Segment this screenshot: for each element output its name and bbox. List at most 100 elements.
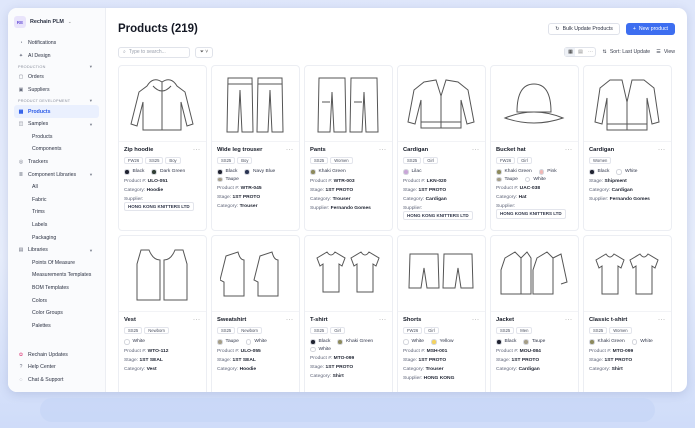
color-swatch: Dark Green bbox=[151, 169, 185, 175]
sidebar-item-chat-support[interactable]: ◌ Chat & Support bbox=[14, 373, 99, 386]
new-product-button[interactable]: + New product bbox=[625, 23, 675, 35]
card-body: Pants ··· SS25 Women Khaki Green Product … bbox=[305, 142, 392, 211]
sliders-icon: ☰ bbox=[656, 49, 661, 55]
more-options-icon[interactable]: ··· bbox=[658, 147, 666, 153]
attribute-value: 1ST PROTO bbox=[511, 357, 540, 363]
more-options-icon[interactable]: ··· bbox=[472, 147, 480, 153]
tag-list: SS25 Women bbox=[310, 157, 387, 164]
sidebar-subitem-color-groups[interactable]: Color Groups bbox=[14, 307, 99, 320]
more-options-icon[interactable]: ··· bbox=[193, 147, 201, 153]
sidebar-item-ai-design[interactable]: ✦ AI Design bbox=[14, 50, 99, 63]
supplier-chip[interactable]: HONG KONG KNITTERS LTD bbox=[496, 209, 566, 219]
layout-toggle: ▦ ▤ ⋯ bbox=[564, 47, 597, 57]
product-sketch bbox=[212, 66, 299, 142]
product-card[interactable]: Bucket hat ··· FW26 Girl Khaki Green Pink T… bbox=[490, 65, 579, 231]
more-options-icon[interactable]: ··· bbox=[565, 147, 573, 153]
app-window: RE Rechain PLM ⌄ ◔ Notifications ✦ AI De… bbox=[8, 8, 687, 392]
filter-button[interactable]: ⏷ ˅ bbox=[195, 46, 213, 58]
more-options-icon[interactable]: ··· bbox=[379, 317, 387, 323]
card-body: Sweatshirt ··· SS25 Newborn Taupe White Pr… bbox=[212, 312, 299, 372]
attribute-label: Product #: bbox=[496, 348, 519, 354]
attribute-value: 1ST PROTO bbox=[418, 357, 447, 363]
sidebar-subitem-packaging[interactable]: Packaging bbox=[14, 231, 99, 244]
page-title: Products (219) bbox=[118, 23, 198, 35]
color-swatch: Pink bbox=[538, 169, 557, 175]
more-options-icon[interactable]: ··· bbox=[286, 147, 294, 153]
more-options-icon[interactable]: ··· bbox=[379, 147, 387, 153]
color-dot bbox=[310, 339, 316, 345]
more-options-icon[interactable]: ··· bbox=[472, 317, 480, 323]
bulk-update-button[interactable]: ↻ Bulk Update Products bbox=[548, 23, 620, 35]
sidebar-item-suppliers[interactable]: ▣ Suppliers bbox=[14, 84, 99, 97]
product-card[interactable]: Zip hoodie ··· FW26 SS25 Boy Black Dark Gre… bbox=[118, 65, 207, 231]
product-card[interactable]: Jacket ··· SS25 Men Black Taupe Product #:… bbox=[490, 235, 579, 392]
sidebar-subitem-fabric[interactable]: Fabric bbox=[14, 194, 99, 207]
sidebar-item-libraries[interactable]: ▤ Libraries ▼ bbox=[14, 244, 99, 257]
product-card[interactable]: Pants ··· SS25 Women Khaki Green Product … bbox=[304, 65, 393, 231]
sidebar-subitem-points-of-measure[interactable]: Points Of Measure bbox=[14, 257, 99, 270]
product-card[interactable]: Vest ··· SS25 Newborn White Product #: WT… bbox=[118, 235, 207, 392]
product-card[interactable]: T-shirt ··· SS25 Girl Black Khaki Green Whi… bbox=[304, 235, 393, 392]
sidebar-subitem-components[interactable]: Components bbox=[14, 143, 99, 156]
color-dot bbox=[244, 169, 250, 175]
sidebar-item-trackers[interactable]: ◎ Trackers bbox=[14, 156, 99, 169]
attribute-label: Product #: bbox=[310, 356, 333, 361]
more-options-icon[interactable]: ··· bbox=[286, 317, 294, 323]
supplier-chip[interactable]: HONG KONG KNITTERS LTD bbox=[403, 210, 473, 220]
sidebar-item-samples[interactable]: ◫ Samples ▼ bbox=[14, 118, 99, 131]
attribute-label: Product #: bbox=[403, 348, 426, 354]
sidebar-item-products[interactable]: ▦ Products bbox=[14, 105, 99, 118]
sidebar-item-notifications[interactable]: ◔ Notifications bbox=[14, 37, 99, 50]
attribute-value: MSH-001 bbox=[426, 348, 448, 354]
sidebar-item-orders[interactable]: ▢ Orders bbox=[14, 71, 99, 84]
tag-list: SS25 Girl bbox=[310, 327, 387, 334]
section-product-development[interactable]: PRODUCT DEVELOPMENT ▼ bbox=[14, 96, 99, 105]
sidebar-item-rechain-updates[interactable]: ✿ Rechain Updates bbox=[14, 348, 99, 361]
garment-sketch-image bbox=[595, 252, 659, 294]
more-options-icon[interactable]: ··· bbox=[565, 317, 573, 323]
more-options-icon[interactable]: ··· bbox=[658, 317, 666, 323]
workspace-switcher[interactable]: RE Rechain PLM ⌄ bbox=[14, 15, 99, 29]
product-card[interactable]: Cardigan ··· SS25 Girl Lilac Product #: L… bbox=[397, 65, 486, 231]
attribute-label: Stage: bbox=[124, 357, 139, 363]
sidebar-subitem-labels[interactable]: Labels bbox=[14, 219, 99, 232]
sidebar-subitem-colors[interactable]: Colors bbox=[14, 294, 99, 307]
sidebar-item-label: Products bbox=[32, 133, 53, 140]
sort-button[interactable]: ⇅ Sort: Last Update bbox=[602, 49, 650, 55]
sidebar-item-label: Components bbox=[32, 146, 62, 153]
sidebar-subitem-bom-templates[interactable]: BOM Templates bbox=[14, 282, 99, 295]
attribute-label: Category: bbox=[310, 196, 332, 202]
color-list: Khaki Green White bbox=[589, 339, 666, 345]
color-dot bbox=[538, 169, 545, 175]
sidebar-item-component-libraries[interactable]: ≣ Component Libraries ▼ bbox=[14, 168, 99, 181]
supplier-chip[interactable]: HONG KONG KNITTERS LTD bbox=[124, 201, 194, 211]
sidebar-subitem-measurements-templates[interactable]: Measurements Templates bbox=[14, 269, 99, 282]
color-swatch: Khaki Green bbox=[589, 339, 625, 345]
product-card[interactable]: Shorts ··· FW26 Girl White Yellow Product … bbox=[397, 235, 486, 392]
color-name: White bbox=[640, 339, 653, 345]
view-button[interactable]: ☰ View bbox=[656, 49, 675, 55]
search-input[interactable]: ⌕ Type to search... bbox=[118, 46, 190, 58]
more-options-icon[interactable]: ··· bbox=[193, 317, 201, 323]
list-view-icon[interactable]: ▤ bbox=[575, 48, 585, 56]
card-header: Zip hoodie ··· bbox=[124, 147, 201, 153]
sidebar-subitem-sample-products[interactable]: Products bbox=[14, 131, 99, 144]
attribute-value: ULO-051 bbox=[147, 178, 168, 184]
attribute-value: 1ST SEAL bbox=[232, 357, 256, 363]
more-icon[interactable]: ⋯ bbox=[585, 48, 595, 56]
sidebar-subitem-all[interactable]: All bbox=[14, 181, 99, 194]
grid-view-icon[interactable]: ▦ bbox=[565, 48, 576, 56]
product-card[interactable]: Wide leg trouser ··· SS25 Boy Black Navy B… bbox=[211, 65, 300, 231]
product-card[interactable]: Classic t-shirt ··· SS25 Women Khaki Gree… bbox=[583, 235, 672, 392]
sidebar-item-help-center[interactable]: ? Help Center bbox=[14, 361, 99, 374]
card-header: Jacket ··· bbox=[496, 317, 573, 323]
product-card[interactable]: Cardigan ··· Women Black White Stage: Shi… bbox=[583, 65, 672, 231]
color-name: Navy Blue bbox=[252, 169, 276, 175]
product-card[interactable]: Sweatshirt ··· SS25 Newborn Taupe White Pr… bbox=[211, 235, 300, 392]
sidebar-item-label: Labels bbox=[32, 222, 48, 229]
product-sketch bbox=[119, 236, 206, 312]
sidebar-subitem-trims[interactable]: Trims bbox=[14, 206, 99, 219]
section-production[interactable]: PRODUCTION ▼ bbox=[14, 62, 99, 71]
attribute-value: 1ST SEAL bbox=[139, 357, 163, 363]
sidebar-subitem-palettes[interactable]: Palettes bbox=[14, 319, 99, 332]
